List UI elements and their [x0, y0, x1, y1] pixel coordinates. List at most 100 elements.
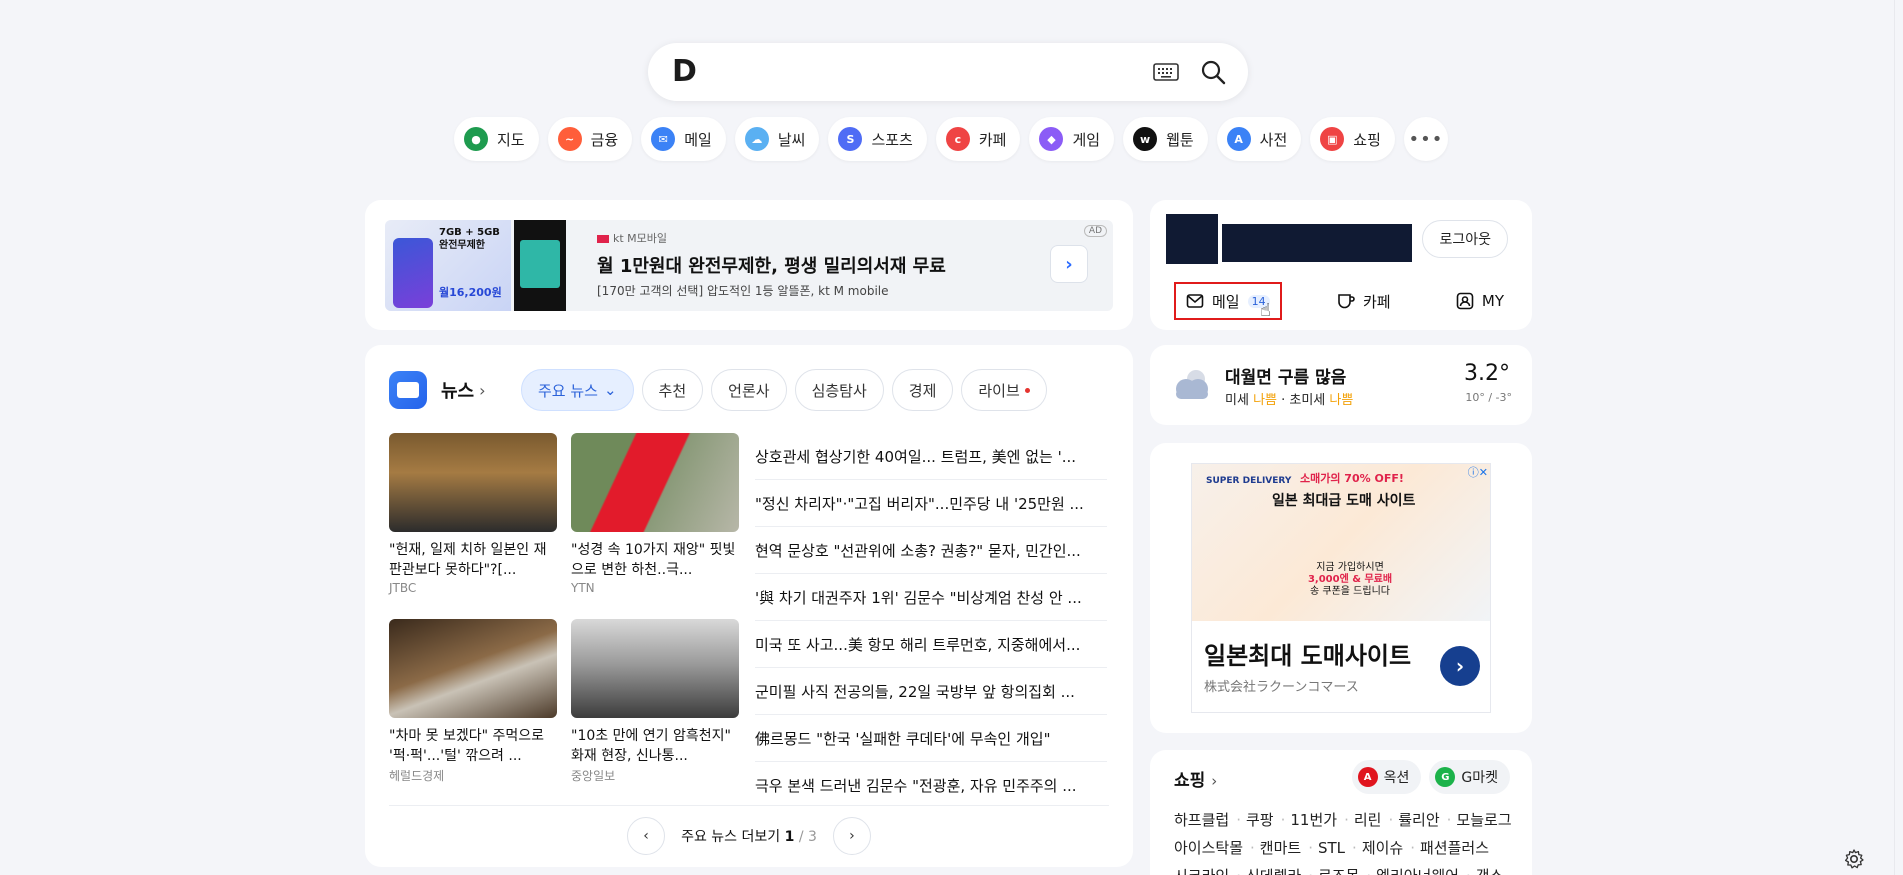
- search-icon[interactable]: [1200, 59, 1226, 85]
- shopping-shortcuts: A 옥션 G G마켓: [1351, 760, 1510, 794]
- right-ad-arrow-button[interactable]: ›: [1440, 646, 1480, 686]
- keyboard-icon[interactable]: [1153, 61, 1179, 83]
- current-temperature: 3.2°: [1464, 361, 1510, 386]
- right-ad-image[interactable]: SUPER DELIVERY 소매가의 70% OFF! 일본 최대급 도매 사…: [1192, 464, 1490, 621]
- headline-item[interactable]: 佛르몽드 "한국 '실패한 쿠데타'에 무속인 개입": [755, 715, 1107, 762]
- shop-link[interactable]: 시크라인: [1174, 867, 1229, 875]
- shop-link[interactable]: 캔마트: [1260, 839, 1301, 857]
- phone-image: [393, 238, 433, 308]
- service-chip[interactable]: ▣ 쇼핑: [1310, 117, 1395, 161]
- news-icon: [389, 371, 427, 409]
- daum-logo[interactable]: D: [672, 57, 702, 87]
- news-thumb[interactable]: "10초 만에 연기 암흑천지" 화재 현장, 신나통... 중앙일보: [571, 619, 739, 784]
- shop-link[interactable]: 패션플러스: [1420, 839, 1489, 857]
- news-thumb-image[interactable]: [571, 433, 739, 532]
- shop-link[interactable]: 제이슈: [1362, 839, 1403, 857]
- scrollbar[interactable]: [1894, 0, 1903, 875]
- service-chip[interactable]: w 웹툰: [1123, 117, 1208, 161]
- news-header[interactable]: 뉴스 ›: [389, 369, 486, 411]
- avatar[interactable]: [1166, 214, 1218, 264]
- search-input[interactable]: [718, 57, 1118, 87]
- news-label[interactable]: 뉴스: [441, 377, 474, 403]
- top-ad-banner[interactable]: 7GB + 5GB 완전무제한 월16,200원 kt M모바일 월 1만원대 …: [385, 220, 1113, 311]
- news-tab[interactable]: 라이브: [961, 369, 1047, 411]
- news-thumb[interactable]: "성경 속 10가지 재앙" 핏빛으로 변한 하천..극... YTN: [571, 433, 739, 595]
- news-thumb-image[interactable]: [571, 619, 739, 718]
- settings-gear-icon[interactable]: [1843, 848, 1865, 870]
- headline-item[interactable]: 상호관세 협상기한 40여일... 트럼프, 美엔 없는 '...: [755, 433, 1107, 480]
- shop-link[interactable]: 리린: [1354, 811, 1382, 829]
- cup-icon: [1338, 294, 1355, 309]
- shop-link[interactable]: 아이스탁몰: [1174, 839, 1243, 857]
- shop-link[interactable]: 신데렐라: [1246, 867, 1301, 875]
- news-thumb-source[interactable]: 헤럴드경제: [389, 767, 557, 784]
- news-thumb-source[interactable]: JTBC: [389, 581, 557, 595]
- gmarket-button[interactable]: G G마켓: [1429, 760, 1510, 794]
- auction-button[interactable]: A 옥션: [1351, 760, 1422, 794]
- ad-title[interactable]: 월 1만원대 완전무제한, 평생 밀리의서재 무료: [597, 252, 946, 278]
- news-tab[interactable]: 언론사: [711, 369, 787, 411]
- headline-item[interactable]: 미국 또 사고...美 항모 해리 트루먼호, 지중해에서...: [755, 621, 1107, 668]
- ad-badge[interactable]: AD: [1083, 225, 1107, 237]
- ad-info-icon[interactable]: ⓘ✕: [1468, 464, 1488, 480]
- headline-item[interactable]: '與 차기 대권주자 1위' 김문수 "비상계엄 찬성 안 ...: [755, 574, 1107, 621]
- service-label: 웹툰: [1166, 130, 1194, 149]
- service-chip[interactable]: S 스포츠: [828, 117, 927, 161]
- logout-button[interactable]: 로그아웃: [1422, 220, 1508, 258]
- news-thumb-source[interactable]: 중앙일보: [571, 767, 739, 784]
- service-chip[interactable]: ● 지도: [454, 117, 539, 161]
- news-thumb-caption[interactable]: "차마 못 보겠다" 주먹으로 '퍽·퍽'...'털' 깎으려 ...: [389, 726, 557, 766]
- service-chip[interactable]: ◆ 게임: [1029, 117, 1115, 161]
- news-tab[interactable]: 추천: [641, 369, 704, 411]
- news-tab[interactable]: 심층탐사: [794, 369, 884, 411]
- right-ad-title[interactable]: 일본최대 도매사이트: [1204, 636, 1411, 671]
- news-thumb-caption[interactable]: "헌재, 일제 치하 일본인 재판관보다 못하다"?[...: [389, 540, 557, 580]
- pager-next-button[interactable]: ›: [832, 817, 871, 855]
- news-thumb-caption[interactable]: "10초 만에 연기 암흑천지" 화재 현장, 신나통...: [571, 726, 739, 766]
- news-thumb-image[interactable]: [389, 619, 557, 718]
- search-bar[interactable]: D: [648, 43, 1248, 101]
- cafe-link[interactable]: 카페: [1327, 282, 1401, 320]
- pager-prev-button[interactable]: ‹: [627, 817, 666, 855]
- news-thumb[interactable]: "차마 못 보겠다" 주먹으로 '퍽·퍽'...'털' 깎으려 ... 헤럴드경…: [389, 619, 557, 784]
- news-thumb-caption[interactable]: "성경 속 10가지 재앙" 핏빛으로 변한 하천..극...: [571, 540, 739, 580]
- news-thumb[interactable]: "헌재, 일제 치하 일본인 재판관보다 못하다"?[... JTBC: [389, 433, 557, 595]
- weather-card[interactable]: 대월면 구름 많음 미세 나쁨 · 초미세 나쁨 3.2° 10° / -3°: [1150, 345, 1532, 425]
- news-thumb-image[interactable]: [389, 433, 557, 532]
- service-chip[interactable]: ☁ 날씨: [734, 117, 820, 161]
- service-chip[interactable]: A 사전: [1216, 117, 1302, 161]
- service-chip[interactable]: ✉ 메일: [641, 117, 726, 161]
- mail-label: 메일: [1212, 292, 1240, 311]
- right-ad-banner[interactable]: SUPER DELIVERY 소매가의 70% OFF! 일본 최대급 도매 사…: [1191, 463, 1491, 713]
- ad-next-button[interactable]: ›: [1050, 245, 1088, 283]
- user-name[interactable]: [1222, 224, 1412, 262]
- news-tab[interactable]: 경제: [891, 369, 954, 411]
- service-chip[interactable]: c 카페: [935, 117, 1021, 161]
- headline-item[interactable]: 군미필 사직 전공의들, 22일 국방부 앞 항의집회 ...: [755, 668, 1107, 715]
- ad-image-book: [514, 220, 566, 311]
- ad-subtitle: [170만 고객의 선택] 압도적인 1등 알뜰폰, kt M mobile: [597, 284, 889, 298]
- pager-label[interactable]: 주요 뉴스 더보기 1 / 3: [681, 826, 817, 846]
- shop-link[interactable]: 모늘로그: [1456, 811, 1511, 829]
- service-label: 날씨: [777, 130, 806, 149]
- service-chip[interactable]: ~ 금융: [547, 117, 633, 161]
- headline-item[interactable]: 현역 문상호 "선관위에 소총? 권총?" 묻자, 민간인...: [755, 527, 1107, 574]
- shop-link[interactable]: STL: [1318, 839, 1345, 857]
- my-link[interactable]: MY: [1446, 282, 1514, 320]
- shopping-title[interactable]: 쇼핑 ›: [1174, 766, 1217, 791]
- weather-title[interactable]: 대월면 구름 많음: [1225, 363, 1346, 388]
- news-tab[interactable]: 주요 뉴스 ⌄: [521, 369, 634, 411]
- shop-link[interactable]: 갱소: [1476, 867, 1504, 875]
- shop-link[interactable]: 률리안: [1398, 811, 1439, 829]
- headline-item[interactable]: "정신 차리자"·"고집 버리자"...민주당 내 '25만원 ...: [755, 480, 1107, 527]
- service-icon: ▣: [1320, 127, 1345, 151]
- shop-link[interactable]: 로즈몽: [1318, 867, 1359, 875]
- headline-item[interactable]: 극우 본색 드러낸 김문수 "전광훈, 자유 민주주의 ...: [755, 762, 1107, 809]
- shop-link[interactable]: 11번가: [1290, 811, 1337, 829]
- more-services-icon[interactable]: •••: [1403, 117, 1448, 161]
- shop-link[interactable]: 하프클럽: [1174, 811, 1229, 829]
- shop-link[interactable]: 엘리아너웨어: [1376, 867, 1459, 875]
- shop-link[interactable]: 쿠팡: [1246, 811, 1274, 829]
- service-label: 카페: [978, 130, 1007, 149]
- news-thumb-source[interactable]: YTN: [571, 581, 739, 595]
